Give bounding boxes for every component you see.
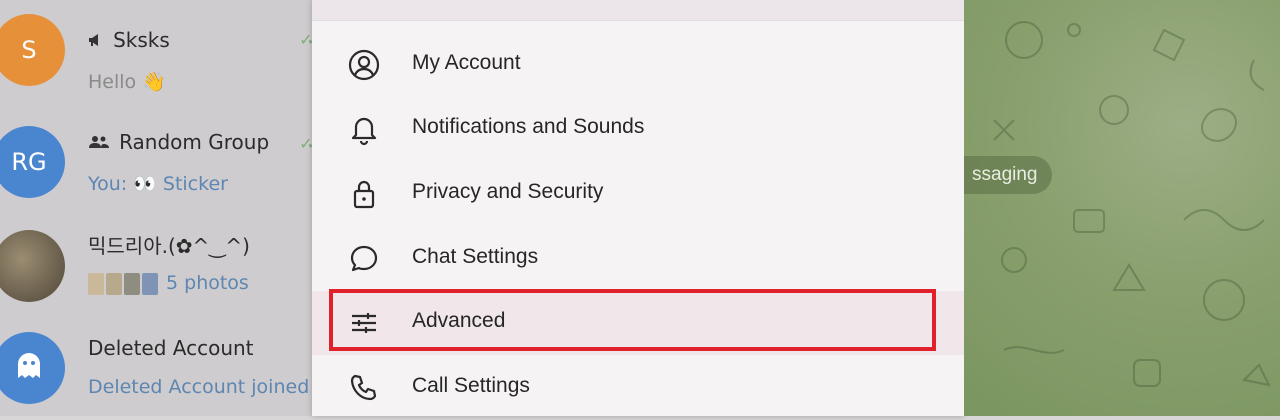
- avatar-initials: S: [21, 36, 37, 64]
- menu-item-label: Notifications and Sounds: [412, 115, 645, 138]
- background-doodle-pattern: [993, 21, 1271, 387]
- megaphone-icon: [88, 32, 109, 51]
- chat-preview: You: 👀 Sticker: [88, 173, 228, 195]
- chat-preview: Deleted Account joined: [88, 376, 310, 398]
- chat-row[interactable]: Deleted Account Deleted Account joined: [0, 318, 312, 416]
- menu-item-label: My Account: [412, 51, 521, 74]
- chat-title: Random Group: [88, 130, 269, 154]
- menu-item-advanced[interactable]: Advanced: [312, 291, 964, 355]
- chat-preview: Hello 👋: [88, 71, 166, 93]
- chat-title: Sksks: [88, 28, 170, 52]
- photo-thumbnail: [142, 272, 158, 295]
- menu-item-label: Privacy and Security: [412, 180, 604, 203]
- sliders-icon: [346, 305, 382, 341]
- lock-icon: [346, 176, 382, 212]
- chat-bubble-icon: [346, 241, 382, 277]
- panel-header-strip: [312, 0, 964, 21]
- ghost-icon: [15, 350, 43, 386]
- group-icon: [88, 134, 115, 153]
- menu-item-privacy[interactable]: Privacy and Security: [312, 162, 964, 226]
- chat-title-text: Random Group: [119, 130, 270, 154]
- chat-title: 믹드리아.(✿^‿^): [88, 234, 250, 258]
- account-icon: [346, 47, 382, 83]
- menu-item-label: Chat Settings: [412, 245, 539, 268]
- menu-item-label: Advanced: [412, 309, 506, 332]
- date-pill: ssaging: [964, 156, 1052, 194]
- read-checks-icon: ✓✓: [299, 134, 312, 153]
- chat-preview: 5 photos: [88, 272, 249, 295]
- menu-item-chat-settings[interactable]: Chat Settings: [312, 227, 964, 291]
- photo-thumbnail: [106, 272, 122, 295]
- avatar: S: [0, 14, 65, 86]
- photo-thumbnail: [88, 272, 104, 295]
- bell-icon: [346, 111, 382, 147]
- phone-icon: [346, 370, 382, 406]
- chat-title-text: Sksks: [113, 28, 170, 52]
- chat-row[interactable]: S Sksks Hello 👋 ✓✓: [0, 14, 312, 114]
- menu-item-call-settings[interactable]: Call Settings: [312, 356, 964, 420]
- read-checks-icon: ✓✓: [299, 30, 312, 49]
- settings-panel: My Account Notifications and Sounds Priv…: [312, 0, 964, 416]
- avatar: [0, 332, 65, 404]
- menu-item-notifications[interactable]: Notifications and Sounds: [312, 97, 964, 161]
- chat-background: ssaging: [964, 0, 1280, 416]
- menu-item-my-account[interactable]: My Account: [312, 33, 964, 97]
- photo-thumbnail: [124, 272, 140, 295]
- chat-title: Deleted Account: [88, 336, 254, 360]
- menu-item-label: Call Settings: [412, 374, 530, 397]
- avatar: RG: [0, 126, 65, 198]
- chat-row[interactable]: RG Random Group You: 👀 Sticker ✓✓: [0, 116, 312, 216]
- chat-preview-text: 5 photos: [166, 272, 249, 294]
- avatar: [0, 230, 65, 302]
- chat-row[interactable]: 믹드리아.(✿^‿^) 5 photos: [0, 216, 312, 316]
- chat-list: S Sksks Hello 👋 ✓✓ RG Random Group You: …: [0, 0, 312, 416]
- photo-thumbnails: [88, 272, 158, 295]
- avatar-initials: RG: [11, 148, 47, 176]
